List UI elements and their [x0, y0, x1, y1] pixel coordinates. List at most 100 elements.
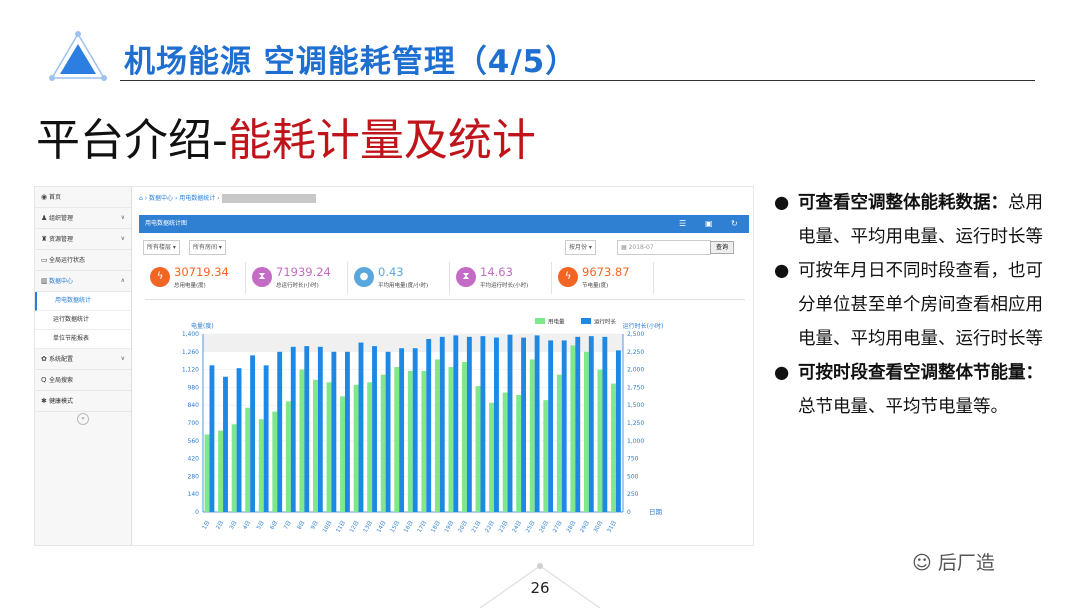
- y-tick-label: 840: [188, 402, 200, 409]
- bar-runtime: [263, 365, 269, 512]
- date-input[interactable]: ▦ 2018-07: [617, 240, 711, 255]
- subtitle-highlight: 能耗计量及统计: [227, 115, 536, 166]
- bar-runtime: [331, 351, 337, 512]
- bar-runtime: [358, 342, 364, 512]
- sidebar-item-org[interactable]: ♟ 组织管理 ∨: [35, 208, 131, 229]
- search-icon: Q: [41, 376, 47, 384]
- refresh-icon[interactable]: ↻: [731, 215, 738, 233]
- sidebar-subitem-run-stats[interactable]: 运行数据统计: [35, 311, 131, 330]
- list-icon[interactable]: ☰: [679, 215, 686, 233]
- stat-value: 0.43: [378, 265, 404, 279]
- bar-power: [516, 395, 522, 512]
- y-tick-label: 1,260: [182, 349, 199, 356]
- x-tick-label: 19日: [443, 520, 455, 534]
- bar-power: [543, 400, 549, 512]
- bar-power: [204, 434, 210, 512]
- bullet-lead: 可按年月日不同时段查看，也可分单位甚至单个房间查看相应用电量、平均用电量、运行时…: [798, 261, 1043, 349]
- x-tick-label: 1日: [201, 520, 212, 531]
- energy-bar-chart: 0 140 280 420 560 700 840 980 1,120 1,260 1,400 0 25…: [182, 318, 664, 534]
- x-tick-label: 30日: [592, 520, 604, 534]
- x-tick-label: 12日: [348, 520, 360, 534]
- bar-runtime: [250, 355, 256, 512]
- sidebar-item-settings[interactable]: ✿ 系统配置 ∨: [35, 349, 131, 370]
- x-tick-label: 5日: [255, 520, 266, 531]
- x-tick-label: 23日: [497, 520, 509, 534]
- stat-card: ● 0.43 平均用电量(度/小时): [349, 262, 450, 294]
- slide-title: 机场能源 空调能耗管理（4/5）: [124, 44, 578, 80]
- collapse-sidebar-icon[interactable]: «: [77, 413, 89, 425]
- query-button[interactable]: 查询: [710, 241, 734, 254]
- device-select[interactable]: 所有房间 ▾: [189, 240, 226, 255]
- x-tick-label: 4日: [242, 520, 253, 531]
- sidebar-item-data-center[interactable]: ▥数据中心 ∧: [35, 271, 131, 292]
- bullet-dot-icon: ●: [774, 363, 790, 383]
- sidebar-item-health[interactable]: ✱ 健康模式: [35, 391, 131, 412]
- sidebar-item-search[interactable]: Q 全局搜索: [35, 370, 131, 391]
- breadcrumb-item[interactable]: 数据中心: [149, 195, 173, 202]
- y-tick-label: 1,400: [182, 331, 199, 338]
- home-icon[interactable]: ⌂: [139, 195, 143, 202]
- x-tick-label: 13日: [362, 520, 374, 534]
- sidebar-subitem-saving-report[interactable]: 单位节能报表: [35, 330, 131, 349]
- group-select-value: 所有楼层: [147, 244, 172, 251]
- stat-card: ⧗ 71939.24 总运行时长(小时): [247, 262, 348, 294]
- x-tick-label: 3日: [228, 520, 239, 531]
- y2-tick-label: 0: [627, 509, 631, 516]
- stat-label: 节电量(度): [582, 283, 609, 289]
- stat-label: 总用电量(度): [174, 283, 206, 289]
- stat-label: 平均用电量(度/小时): [378, 283, 429, 289]
- hourglass-icon: ⧗: [456, 267, 476, 287]
- bar-runtime: [561, 340, 567, 512]
- save-icon[interactable]: ▣: [705, 215, 713, 233]
- group-select[interactable]: 所有楼层 ▾: [143, 240, 180, 255]
- y2-tick-label: 2,500: [627, 331, 644, 338]
- bar-power: [597, 369, 603, 512]
- period-select[interactable]: 按月份 ▾: [565, 240, 596, 255]
- chevron-up-icon: ∧: [120, 277, 125, 284]
- y-tick-label: 0: [195, 509, 199, 516]
- legend-swatch: [581, 318, 591, 324]
- sidebar-subitem-power-stats[interactable]: 用电数据统计: [35, 292, 131, 311]
- triangle-logo-icon: [49, 31, 107, 81]
- legend-label: 用电量: [548, 318, 565, 326]
- bar-power: [421, 370, 427, 512]
- bar-power: [272, 411, 278, 512]
- chevron-down-icon: ∨: [120, 235, 125, 242]
- bar-power: [448, 367, 454, 512]
- stat-value: 30719.34: [174, 265, 229, 279]
- bar-runtime: [494, 337, 499, 512]
- y2-tick-label: 250: [627, 491, 639, 498]
- bullet-item: ● 可查看空调整体能耗数据：总用电量、平均用电量、运行时长等: [770, 186, 1060, 254]
- bar-power: [407, 370, 413, 512]
- redacted-block: [221, 194, 316, 203]
- breadcrumb-item[interactable]: 用电数据统计: [179, 195, 215, 202]
- x-tick-label: 31日: [606, 520, 618, 534]
- bar-runtime: [344, 351, 350, 512]
- y2-tick-label: 2,000: [627, 367, 644, 374]
- bar-power: [475, 386, 481, 512]
- bar-runtime: [521, 337, 526, 512]
- x-tick-label: 7日: [282, 520, 293, 531]
- y2-tick-label: 1,250: [627, 420, 644, 427]
- home-icon: ◉: [41, 193, 48, 201]
- y2-tick-label: 2,250: [627, 349, 644, 356]
- bar-power: [367, 382, 373, 512]
- x-tick-label: 22日: [484, 520, 496, 534]
- bar-power: [353, 384, 359, 512]
- device-select-value: 所有房间: [193, 244, 218, 251]
- stat-card: ⧗ 14.63 平均运行时长(小时): [451, 262, 552, 294]
- x-tick-label: 17日: [416, 520, 428, 534]
- hourglass-icon: ⧗: [252, 267, 272, 287]
- wechat-icon: ☺: [912, 552, 932, 574]
- sidebar-item-home[interactable]: ◉ 首页: [35, 187, 131, 208]
- y-tick-label: 140: [188, 491, 200, 498]
- bar-runtime: [304, 346, 310, 512]
- sidebar-item-status[interactable]: ▭全局运行状态: [35, 250, 131, 271]
- sidebar-item-resource[interactable]: ♜ 资源管理 ∨: [35, 229, 131, 250]
- monitor-icon: ▭: [41, 256, 48, 264]
- bar-runtime: [575, 336, 581, 512]
- bar-power: [258, 419, 264, 512]
- bar-runtime: [602, 336, 608, 512]
- page-number: 26: [530, 579, 550, 597]
- chevron-down-icon: ∨: [120, 214, 125, 221]
